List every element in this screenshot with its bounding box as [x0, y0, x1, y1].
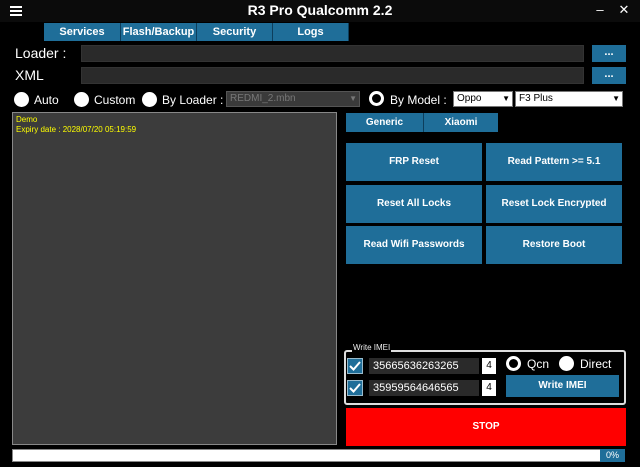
by-model-radio[interactable] [369, 91, 384, 106]
qcn-label: Qcn [527, 357, 550, 371]
brand-select-value: Oppo [457, 93, 482, 104]
xml-browse-button[interactable]: ... [592, 67, 626, 84]
loader-label: Loader : [15, 45, 67, 61]
stop-button[interactable]: STOP [346, 408, 626, 446]
imei2-field[interactable]: 35959564646565 [369, 380, 479, 396]
log-panel[interactable]: Demo Expiry date : 2028/07/20 05:19:59 [12, 112, 337, 445]
tab-services[interactable]: Services [44, 23, 121, 41]
xml-label: XML [15, 67, 44, 83]
chevron-down-icon: ▼ [612, 94, 620, 103]
imei2-checkbox[interactable] [347, 380, 363, 396]
custom-label: Custom [94, 93, 136, 107]
frp-reset-button[interactable]: FRP Reset [346, 143, 482, 181]
read-pattern-button[interactable]: Read Pattern >= 5.1 [486, 143, 622, 181]
direct-label: Direct [580, 357, 612, 371]
model-select-value: F3 Plus [519, 93, 553, 104]
close-button[interactable]: ✕ [616, 2, 632, 18]
direct-radio[interactable] [559, 356, 574, 371]
log-line-expiry: Expiry date : 2028/07/20 05:19:59 [16, 125, 137, 134]
reset-all-locks-button[interactable]: Reset All Locks [346, 185, 482, 223]
model-select[interactable]: F3 Plus ▼ [515, 91, 623, 107]
auto-label: Auto [34, 93, 59, 107]
by-model-label: By Model : [390, 93, 447, 107]
loader-browse-button[interactable]: ... [592, 45, 626, 62]
loader-select[interactable]: REDMI_2.mbn ▼ [226, 91, 360, 107]
progress-bar [12, 449, 625, 462]
qcn-radio[interactable] [506, 356, 521, 371]
write-imei-button[interactable]: Write IMEI [506, 375, 619, 397]
read-wifi-passwords-button[interactable]: Read Wifi Passwords [346, 226, 482, 264]
progress-label: 0% [600, 449, 625, 462]
auto-radio[interactable] [14, 92, 29, 107]
imei1-checkbox[interactable] [347, 358, 363, 374]
chevron-down-icon: ▼ [502, 94, 510, 103]
by-loader-label: By Loader : [162, 93, 224, 107]
window-title: R3 Pro Qualcomm 2.2 [247, 2, 393, 18]
restore-boot-button[interactable]: Restore Boot [486, 226, 622, 264]
imei2-digit-field[interactable]: 4 [482, 380, 496, 396]
log-line-demo: Demo [16, 115, 38, 124]
tab-generic[interactable]: Generic [346, 113, 423, 132]
chevron-down-icon: ▼ [349, 94, 357, 103]
checkmark-icon [349, 383, 361, 393]
loader-select-value: REDMI_2.mbn [230, 93, 296, 104]
reset-lock-encrypted-button[interactable]: Reset Lock Encrypted [486, 185, 622, 223]
tab-logs[interactable]: Logs [273, 23, 349, 41]
imei1-digit-field[interactable]: 4 [482, 358, 496, 374]
custom-radio[interactable] [74, 92, 89, 107]
minimize-button[interactable]: – [592, 2, 608, 17]
tab-xiaomi[interactable]: Xiaomi [423, 113, 498, 132]
by-loader-radio[interactable] [142, 92, 157, 107]
imei1-field[interactable]: 35665636263265 [369, 358, 479, 374]
xml-path-field[interactable] [81, 67, 584, 84]
write-imei-legend: Write IMEI [352, 343, 392, 352]
tab-flash-backup[interactable]: Flash/Backup [121, 23, 197, 41]
brand-select[interactable]: Oppo ▼ [453, 91, 513, 107]
checkmark-icon [349, 361, 361, 371]
loader-path-field[interactable] [81, 45, 584, 62]
tab-security[interactable]: Security [197, 23, 273, 41]
